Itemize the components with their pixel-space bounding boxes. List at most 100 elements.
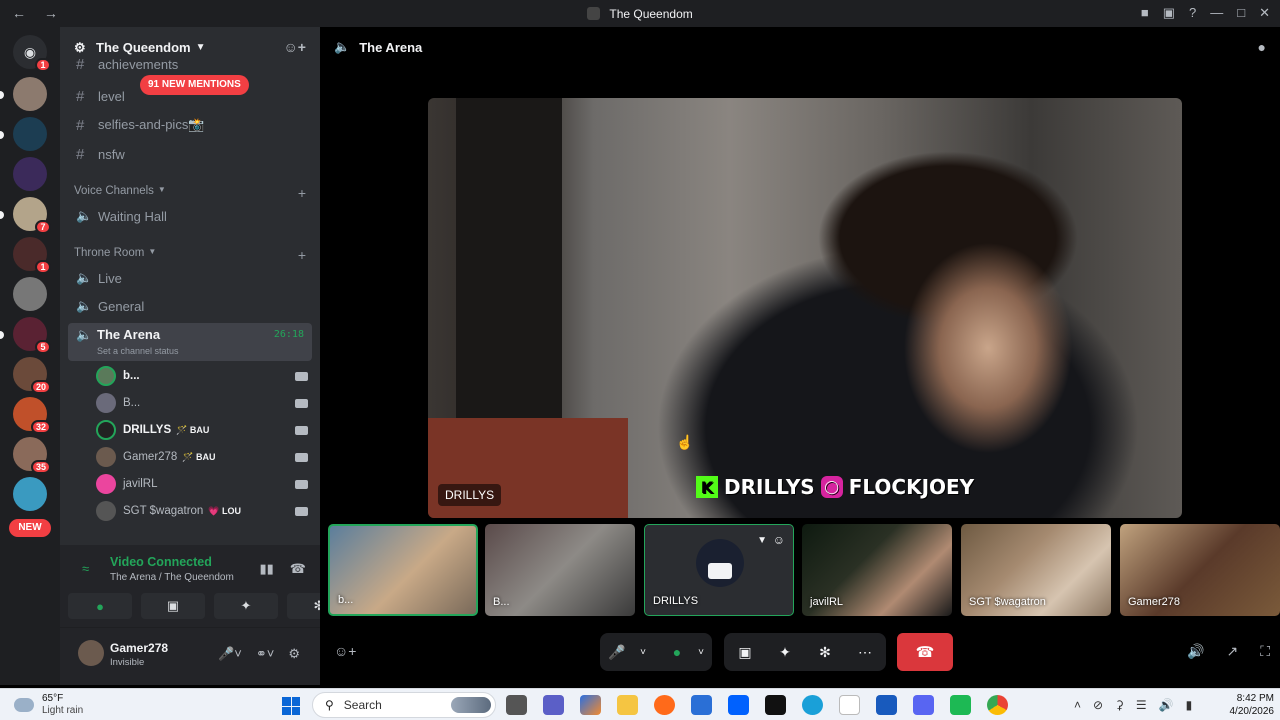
gear-icon[interactable]: ⚙ <box>288 646 300 662</box>
focused-video-stream[interactable]: K DRILLYS ◯ FLOCKJOEY DRILLYS <box>428 98 1182 518</box>
search-label: Search <box>343 698 382 712</box>
voice-member[interactable]: javilRL <box>96 472 308 496</box>
network-icon[interactable]: ⊘ <box>1093 698 1103 712</box>
channel-achievements[interactable]: # achievements <box>68 55 312 73</box>
add-person-icon[interactable]: ☺+ <box>334 643 356 659</box>
more-options-icon[interactable]: ⋯ <box>852 633 878 671</box>
volume-icon[interactable]: 🔊 <box>1187 643 1204 660</box>
server-icon[interactable] <box>13 117 47 151</box>
discord-icon[interactable] <box>913 695 934 715</box>
server-icon[interactable] <box>13 477 47 511</box>
signal-icon[interactable]: ≈ <box>82 561 89 576</box>
word-icon[interactable] <box>876 695 897 715</box>
server-icon[interactable]: 1 <box>13 237 51 274</box>
chevron-down-icon[interactable]: ˅ <box>632 633 654 671</box>
noise-suppression-icon[interactable]: ▮▮ <box>259 561 273 577</box>
channel-status-link[interactable]: Set a channel status <box>97 346 179 356</box>
channel-nsfw[interactable]: # nsfw <box>68 141 312 167</box>
server-icon[interactable]: 20 <box>13 357 51 394</box>
taskbar-clock[interactable]: 8:42 PM 4/20/2026 <box>1230 692 1275 718</box>
battery-icon[interactable]: ▮ <box>1186 698 1193 712</box>
chrome-icon[interactable] <box>987 695 1008 715</box>
category-voice-channels[interactable]: Voice Channels ▼ + <box>74 185 306 201</box>
discord-home-icon[interactable]: ◉ 1 <box>13 35 51 72</box>
activities-button[interactable]: ✦ <box>214 593 278 619</box>
copilot-icon[interactable] <box>580 695 601 715</box>
chat-icon[interactable]: ● <box>1258 39 1266 55</box>
voice-member[interactable]: Gamer278 🪄 BAU <box>96 445 308 469</box>
camera-icon[interactable]: ● <box>662 633 692 671</box>
camera-toggle-button[interactable]: ● <box>68 593 132 619</box>
category-throne-room[interactable]: Throne Room ▼ + <box>74 247 306 263</box>
microphone-icon[interactable]: 🎤 <box>606 633 628 671</box>
server-icon[interactable]: 7 <box>13 197 51 234</box>
soundboard-icon[interactable]: ✻ <box>812 633 838 671</box>
edge-icon[interactable] <box>802 695 823 715</box>
taskbar-search[interactable]: ⚲ Search <box>312 692 496 718</box>
server-icon[interactable]: 5 <box>13 317 51 354</box>
channel-general[interactable]: 🔈 General <box>68 293 312 319</box>
notepad-icon[interactable] <box>839 695 860 715</box>
voice-member[interactable]: b... <box>96 364 308 388</box>
headphones-icon[interactable]: ⚭˅ <box>256 646 274 662</box>
chevron-up-icon[interactable]: ˄ <box>1074 698 1081 712</box>
server-icon[interactable] <box>13 157 47 191</box>
microphone-icon[interactable]: 🎤˅ <box>218 646 242 662</box>
inbox-icon[interactable]: ▣ <box>1163 5 1175 21</box>
teams-icon[interactable] <box>543 695 564 715</box>
chevron-down-icon[interactable]: ▼ <box>757 535 767 546</box>
disconnect-icon[interactable]: ☎ <box>290 561 306 577</box>
wifi-icon[interactable]: ☰ <box>1136 698 1147 712</box>
volume-icon[interactable]: 🔊 <box>1159 698 1174 712</box>
people-icon[interactable]: ☺ <box>773 533 785 547</box>
file-explorer-icon[interactable] <box>617 695 638 715</box>
windows-start-icon[interactable] <box>282 697 300 715</box>
channel-live[interactable]: 🔈 Live <box>68 265 312 291</box>
leave-call-button[interactable]: ☎ <box>897 633 953 671</box>
voice-status-subtitle[interactable]: The Arena / The Queendom <box>110 572 234 583</box>
dropbox-icon[interactable] <box>728 695 749 715</box>
channel-level[interactable]: # level <box>68 83 312 109</box>
server-icon[interactable] <box>13 277 47 311</box>
minimize-icon[interactable]: — <box>1210 5 1223 21</box>
maximize-icon[interactable]: □ <box>1237 5 1245 21</box>
voice-member[interactable]: SGT $wagatron 💗 LOU <box>96 499 308 523</box>
add-member-icon[interactable]: ☺+ <box>284 39 306 55</box>
video-tile[interactable]: javilRL <box>802 524 952 616</box>
server-icon[interactable]: 32 <box>13 397 51 434</box>
app-icon[interactable] <box>950 695 971 715</box>
create-channel-icon[interactable]: + <box>298 185 306 201</box>
video-tile[interactable]: ▼ ☺ DRILLYS <box>644 524 794 616</box>
create-channel-icon[interactable]: + <box>298 247 306 263</box>
screen-share-icon[interactable]: ▣ <box>732 633 758 671</box>
fullscreen-icon[interactable]: ⛶ <box>1260 643 1270 660</box>
voice-member[interactable]: DRILLYS 🪄 BAU <box>96 418 308 442</box>
notion-icon[interactable] <box>765 695 786 715</box>
microphone-icon[interactable]: ⚳ <box>1115 698 1124 712</box>
video-tile[interactable]: B... <box>485 524 635 616</box>
screen-share-button[interactable]: ▣ <box>141 593 205 619</box>
channel-waiting-hall[interactable]: 🔈 Waiting Hall <box>68 203 312 229</box>
chevron-down-icon[interactable]: ˅ <box>692 633 710 671</box>
new-pill[interactable]: NEW <box>9 519 51 537</box>
call-controls: ☺+ 🎤 ˅ ● ˅ ▣ ✦ ✻ ⋯ ☎ 🔊 ↗ ⛶ <box>320 627 1280 677</box>
weather-widget[interactable]: 65°F Light rain <box>14 693 83 717</box>
help-icon[interactable]: ? <box>1189 5 1196 21</box>
mail-icon[interactable] <box>691 695 712 715</box>
hash-icon: # <box>76 145 85 163</box>
server-icon[interactable] <box>13 77 47 111</box>
firefox-icon[interactable] <box>654 695 675 715</box>
video-tile[interactable]: Gamer278 <box>1120 524 1280 616</box>
video-tile[interactable]: SGT $wagatron <box>961 524 1111 616</box>
video-tile[interactable]: b... <box>328 524 478 616</box>
activities-icon[interactable]: ✦ <box>772 633 798 671</box>
pop-out-icon[interactable]: ↗ <box>1226 643 1238 660</box>
channel-selfies[interactable]: # selfies-and-pics📸 <box>68 112 312 138</box>
bookmark-icon[interactable]: ■ <box>1141 5 1149 21</box>
task-view-icon[interactable] <box>506 695 527 715</box>
server-icon[interactable]: 35 <box>13 437 51 474</box>
voice-member[interactable]: B... <box>96 391 308 415</box>
channel-the-arena[interactable]: 🔈 The Arena 26:18 Set a channel status <box>68 323 312 361</box>
close-icon[interactable]: ✕ <box>1259 5 1270 21</box>
avatar[interactable] <box>78 640 104 666</box>
